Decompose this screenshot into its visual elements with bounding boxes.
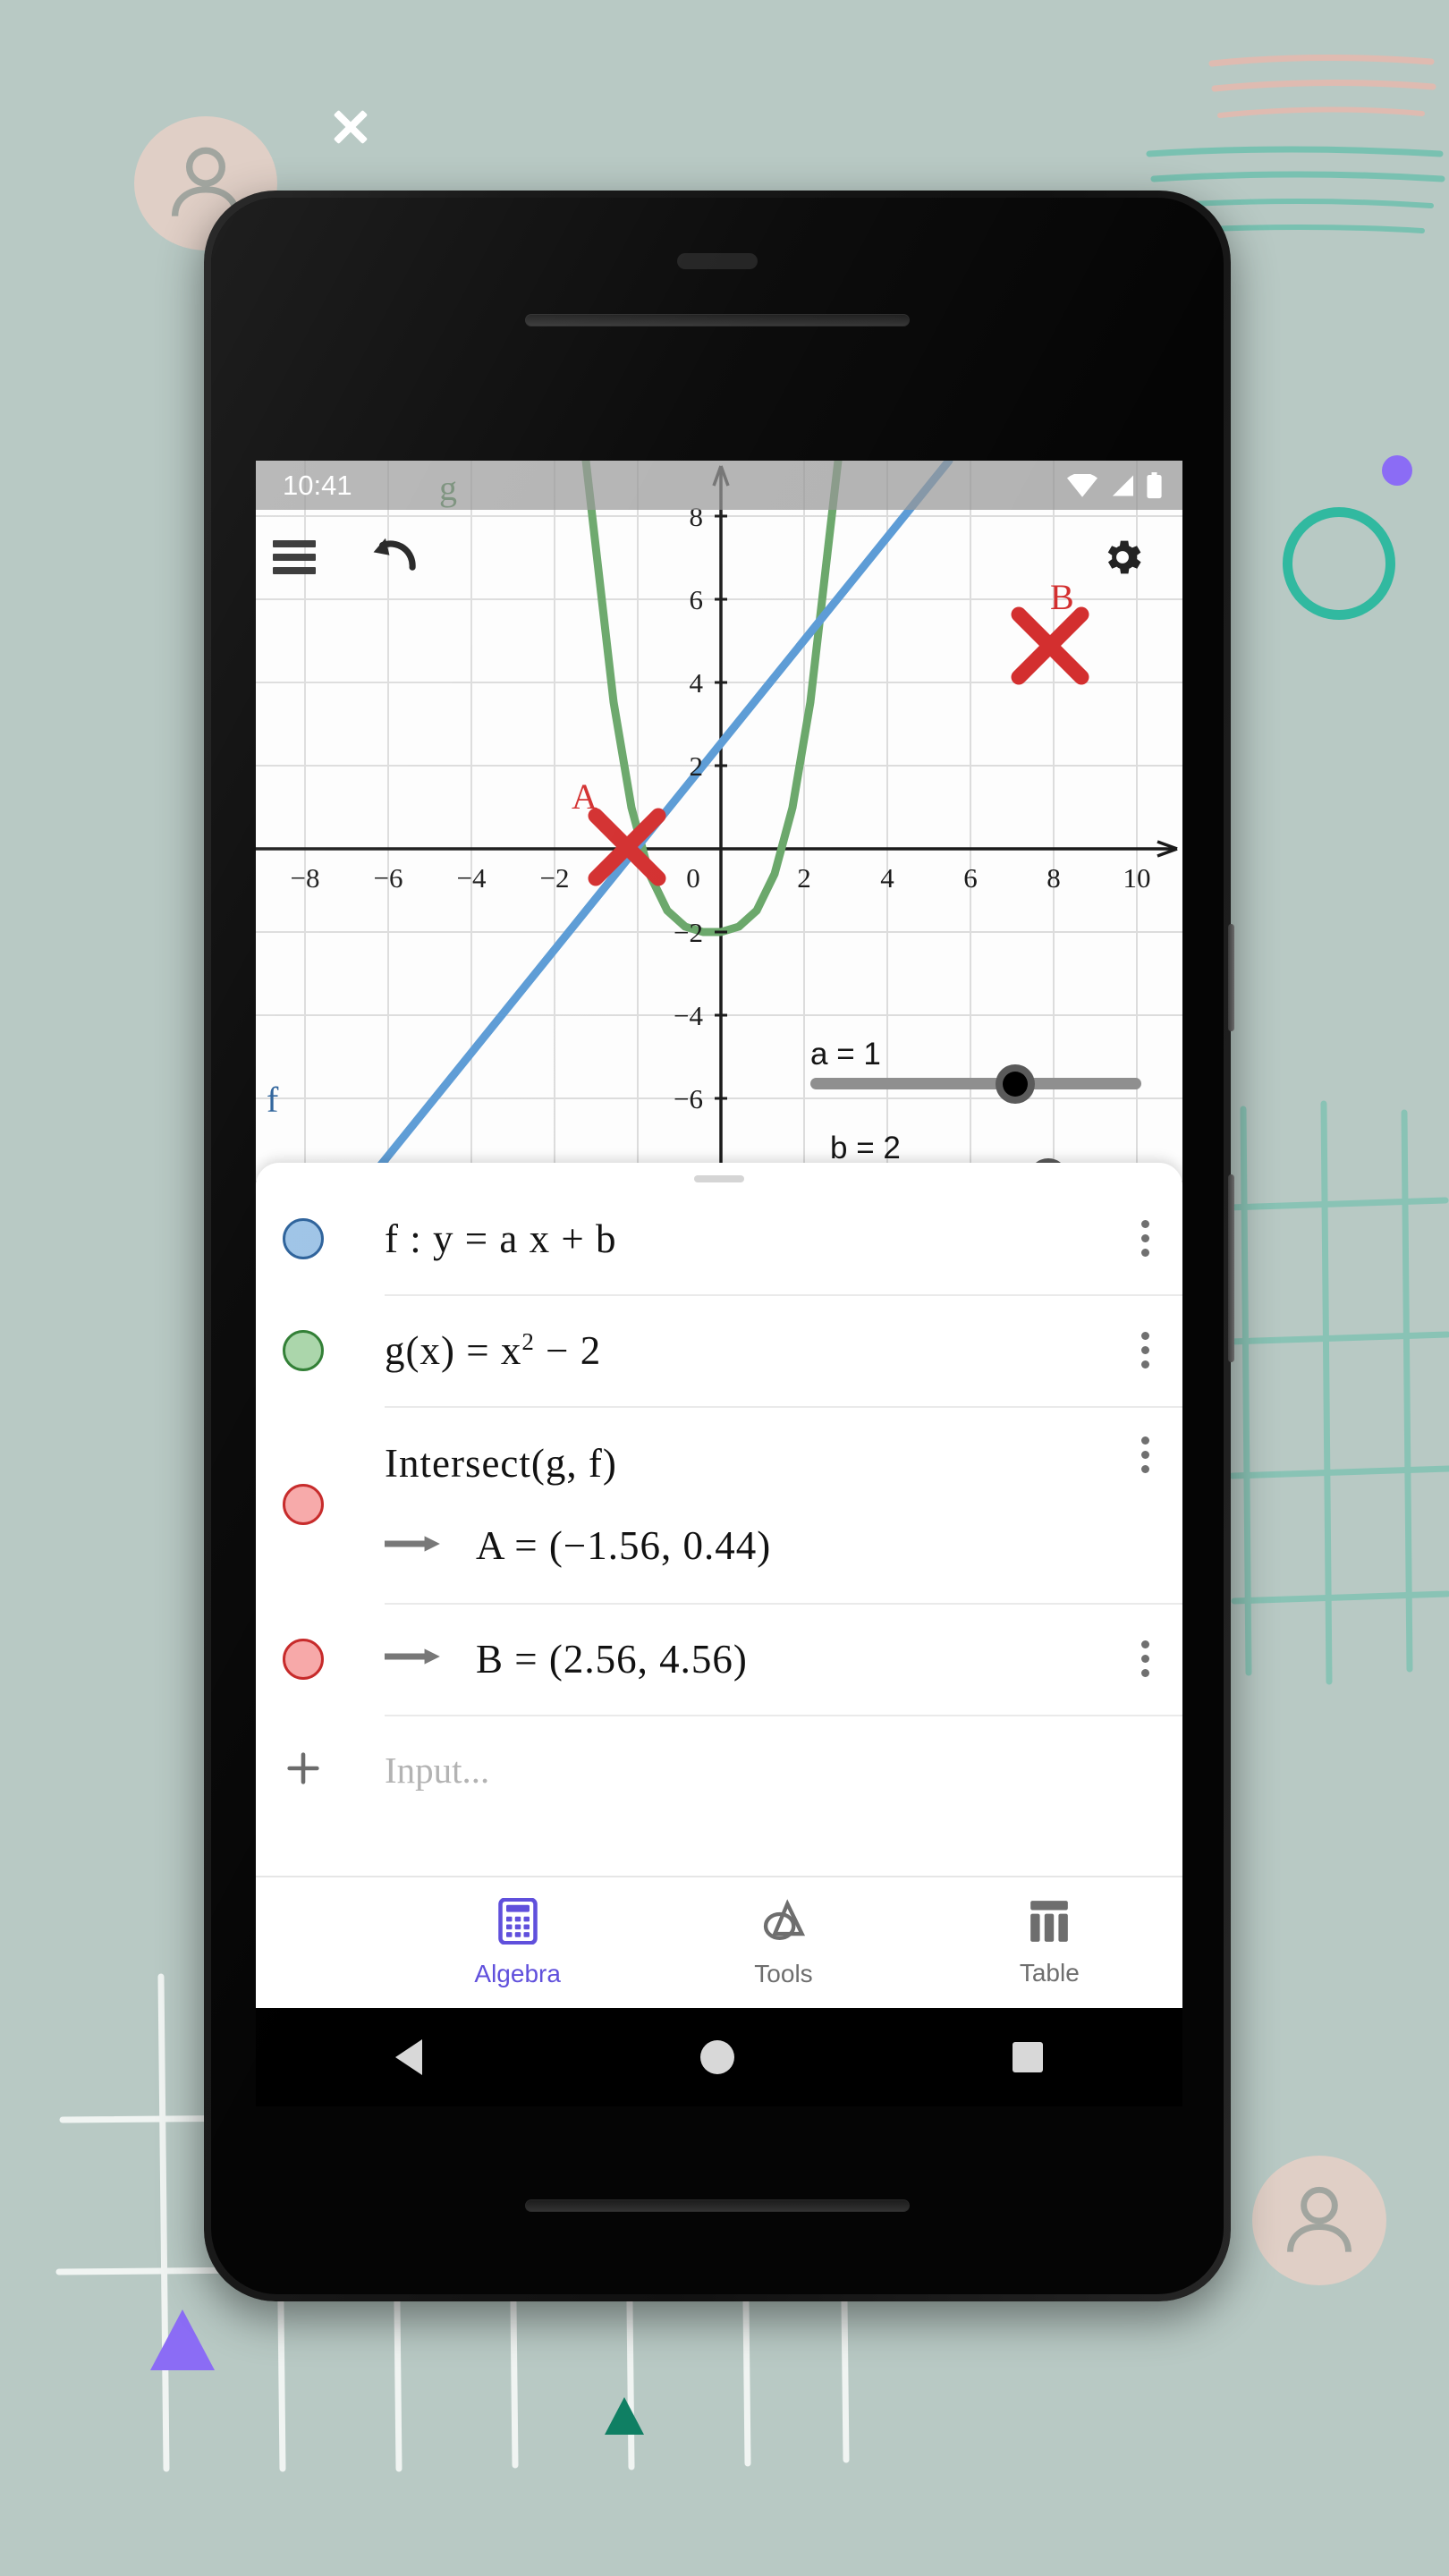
svg-text:0: 0 xyxy=(686,862,700,894)
row-menu-f[interactable] xyxy=(1107,1220,1182,1257)
home-circle-icon[interactable] xyxy=(699,2040,734,2074)
intersection-marker-b xyxy=(1011,606,1089,685)
phone-side-button[interactable] xyxy=(1228,924,1234,1031)
tools-icon xyxy=(762,1898,806,1951)
svg-text:2: 2 xyxy=(690,750,704,782)
color-marble-intersect[interactable] xyxy=(283,1484,324,1525)
row-divider xyxy=(385,1603,1182,1605)
slider-a-label: a = 1 xyxy=(810,1037,881,1072)
hamburger-menu-icon[interactable] xyxy=(256,519,333,596)
row-divider xyxy=(385,1715,1182,1716)
algebra-row-f[interactable]: f : y = a x + b xyxy=(256,1182,1182,1294)
purple-triangle-decoration xyxy=(150,2309,215,2370)
expression-g[interactable]: g(x) = x2 − 2 xyxy=(385,1327,1107,1374)
label-point-a: A xyxy=(572,776,597,817)
slider-a[interactable]: a = 1 xyxy=(810,1037,1141,1104)
svg-text:−6: −6 xyxy=(374,862,403,894)
recents-square-icon[interactable] xyxy=(1013,2042,1044,2072)
svg-text:−8: −8 xyxy=(291,862,320,894)
phone-earpiece xyxy=(525,314,910,326)
undo-icon[interactable] xyxy=(356,519,433,596)
algebra-panel: f : y = a x + b g(x) = x2 − 2 Intersect(… xyxy=(256,1163,1182,2008)
color-marble-f[interactable] xyxy=(283,1217,324,1259)
pink-scribble-decoration xyxy=(1208,54,1436,118)
app-toolbar xyxy=(256,510,1182,604)
svg-text:−4: −4 xyxy=(457,862,487,894)
purple-dot-decoration xyxy=(1382,455,1412,486)
tab-table[interactable]: Table xyxy=(917,1877,1182,2008)
android-navigation-bar xyxy=(256,2008,1182,2106)
phone-notch xyxy=(677,253,758,269)
result-value-a: A = (−1.56, 0.44) xyxy=(476,1523,772,1568)
svg-text:8: 8 xyxy=(1046,862,1061,894)
svg-text:−6: −6 xyxy=(674,1083,703,1114)
svg-text:4: 4 xyxy=(690,667,704,699)
slider-a-knob[interactable] xyxy=(996,1063,1036,1104)
teal-triangle-decoration xyxy=(605,2397,644,2435)
new-input-row[interactable]: Input... xyxy=(256,1715,1182,1826)
row-menu-intersect[interactable] xyxy=(1107,1436,1182,1473)
phone-device-frame: −8 −6 −4 −2 0 2 4 6 8 10 8 6 4 2 −2 −4 −… xyxy=(204,191,1234,2301)
phone-bottom-speaker xyxy=(525,2199,910,2212)
algebra-rows: f : y = a x + b g(x) = x2 − 2 Intersect(… xyxy=(256,1182,1182,1876)
bottom-tab-bar: Algebra Tools Table xyxy=(256,1876,1182,2008)
status-icons xyxy=(1067,471,1163,499)
expression-input[interactable]: Input... xyxy=(385,1749,1182,1792)
row-divider xyxy=(385,1406,1182,1408)
tab-tools-label: Tools xyxy=(754,1959,813,1987)
color-marble-point-b[interactable] xyxy=(283,1638,324,1680)
battery-icon xyxy=(1147,471,1162,498)
teal-grid-decoration xyxy=(1225,1100,1449,1685)
tab-tools[interactable]: Tools xyxy=(650,1877,916,2008)
result-row-b: B = (2.56, 4.56) xyxy=(382,1636,1107,1682)
plus-icon[interactable] xyxy=(283,1748,324,1793)
tab-algebra[interactable]: Algebra xyxy=(385,1877,650,2008)
phone-screen-bezel: −8 −6 −4 −2 0 2 4 6 8 10 8 6 4 2 −2 −4 −… xyxy=(211,198,1224,2294)
intersection-marker-a xyxy=(588,808,666,886)
label-line-f: f xyxy=(267,1080,279,1120)
status-time: 10:41 xyxy=(283,469,352,501)
svg-text:6: 6 xyxy=(963,862,978,894)
svg-text:10: 10 xyxy=(1123,862,1151,894)
result-value-b: B = (2.56, 4.56) xyxy=(476,1636,748,1682)
arrow-right-icon xyxy=(382,1534,456,1558)
avatar xyxy=(1252,2156,1386,2285)
row-divider xyxy=(385,1294,1182,1296)
expression-f[interactable]: f : y = a x + b xyxy=(385,1216,1107,1262)
svg-text:2: 2 xyxy=(797,862,811,894)
tab-algebra-label: Algebra xyxy=(474,1959,561,1987)
calculator-icon xyxy=(497,1896,538,1951)
svg-text:−2: −2 xyxy=(540,862,570,894)
algebra-row-intersect[interactable]: Intersect(g, f) A = (−1.56, 0.44) xyxy=(256,1406,1182,1603)
row-menu-point-b[interactable] xyxy=(1107,1640,1182,1677)
color-marble-g[interactable] xyxy=(283,1329,324,1371)
algebra-row-g[interactable]: g(x) = x2 − 2 xyxy=(256,1294,1182,1406)
slider-a-track[interactable] xyxy=(810,1063,1141,1104)
svg-text:−2: −2 xyxy=(674,917,703,948)
wifi-icon xyxy=(1067,473,1097,497)
arrow-right-icon xyxy=(382,1647,456,1671)
status-bar: 10:41 xyxy=(256,461,1182,510)
algebra-row-point-b[interactable]: B = (2.56, 4.56) xyxy=(256,1603,1182,1715)
table-icon xyxy=(1029,1899,1070,1950)
phone-volume-button[interactable] xyxy=(1228,1174,1234,1362)
back-triangle-icon[interactable] xyxy=(394,2039,422,2075)
svg-text:4: 4 xyxy=(880,862,894,894)
row-menu-g[interactable] xyxy=(1107,1332,1182,1368)
result-row-a: A = (−1.56, 0.44) xyxy=(382,1522,1107,1569)
slider-b-label: b = 2 xyxy=(830,1131,901,1165)
panel-drag-handle[interactable] xyxy=(694,1175,744,1182)
gear-icon[interactable] xyxy=(1084,519,1161,596)
cell-signal-icon xyxy=(1112,474,1133,496)
expression-intersect[interactable]: Intersect(g, f) xyxy=(385,1440,1107,1487)
teal-ring-decoration xyxy=(1283,507,1395,620)
app-screen: −8 −6 −4 −2 0 2 4 6 8 10 8 6 4 2 −2 −4 −… xyxy=(256,461,1182,2008)
svg-text:−4: −4 xyxy=(674,1000,703,1031)
close-icon[interactable] xyxy=(324,100,377,154)
tab-table-label: Table xyxy=(1019,1958,1080,1987)
